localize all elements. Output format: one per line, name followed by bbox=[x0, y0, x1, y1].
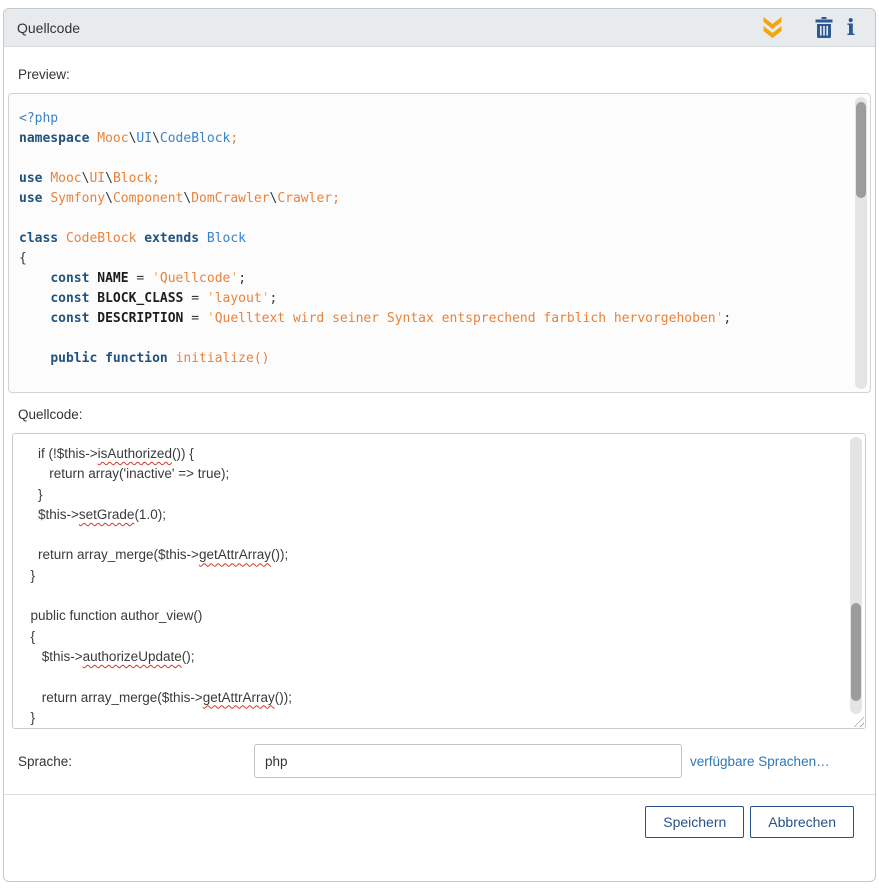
info-icon[interactable]: i bbox=[847, 17, 855, 39]
source-scrollbar[interactable] bbox=[850, 437, 862, 714]
double-chevron-down-icon bbox=[762, 16, 783, 39]
preview-scrollbar-thumb[interactable] bbox=[856, 102, 866, 198]
panel-header: Quellcode i bbox=[4, 9, 875, 47]
header-actions: i bbox=[762, 16, 855, 39]
panel-title: Quellcode bbox=[17, 20, 762, 36]
cancel-button[interactable]: Abbrechen bbox=[750, 806, 854, 838]
source-textarea[interactable]: if (!$this->isAuthorized()) { return arr… bbox=[12, 433, 866, 729]
source-scrollbar-thumb[interactable] bbox=[851, 603, 861, 701]
delete-trash-icon[interactable] bbox=[815, 17, 833, 38]
preview-label: Preview: bbox=[4, 67, 875, 82]
available-languages-link[interactable]: verfügbare Sprachen… bbox=[690, 754, 830, 769]
info-glyph: i bbox=[847, 17, 855, 39]
preview-code-box: <?phpnamespace Mooc\UI\CodeBlock; use Mo… bbox=[8, 93, 871, 393]
collapse-double-chevron-icon[interactable] bbox=[762, 16, 783, 39]
footer: Speichern Abbrechen bbox=[4, 794, 875, 838]
source-label: Quellcode: bbox=[4, 407, 875, 422]
language-label: Sprache: bbox=[18, 754, 254, 769]
language-input[interactable] bbox=[254, 744, 682, 778]
codeblock-panel: Quellcode i bbox=[3, 8, 876, 882]
preview-scrollbar[interactable] bbox=[855, 97, 867, 389]
preview-code: <?phpnamespace Mooc\UI\CodeBlock; use Mo… bbox=[9, 94, 870, 369]
source-textarea-content: if (!$this->isAuthorized()) { return arr… bbox=[13, 434, 865, 728]
save-button[interactable]: Speichern bbox=[645, 806, 744, 838]
language-row: Sprache: verfügbare Sprachen… bbox=[4, 741, 875, 781]
trash-icon bbox=[815, 17, 833, 38]
